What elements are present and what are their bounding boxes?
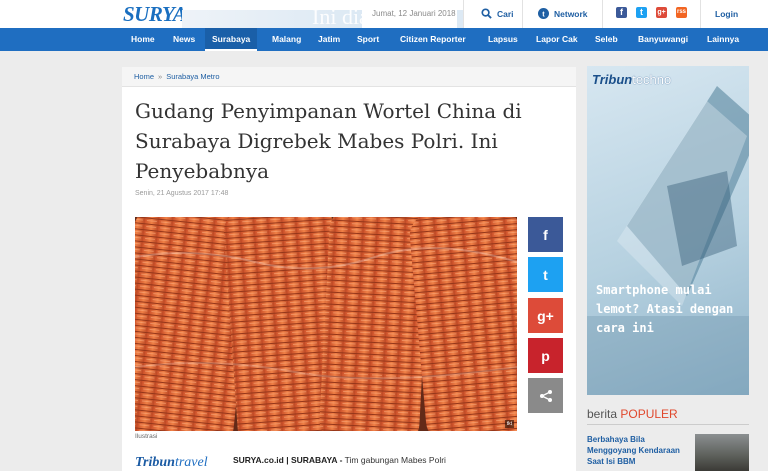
share-googleplus-button[interactable]: g+ [528,298,563,333]
nav-item-lapor-cak[interactable]: Lapor Cak [529,28,585,51]
populer-highlight: POPULER [620,407,678,421]
nav-item-surabaya[interactable]: Surabaya [205,28,258,51]
nav-item-banyuwangi[interactable]: Banyuwangi [631,28,695,51]
breadcrumb-separator: » [158,72,163,81]
article-card: Home » Surabaya Metro Gudang Penyimpanan W… [122,67,576,471]
carrots-image [135,217,517,431]
populer-item-link[interactable]: Berbahaya Bila Menggoyang Kendaraan Saat… [587,434,692,467]
lead-text: Tim gabungan Mabes Polri [342,455,446,465]
login-button[interactable]: Login [715,9,738,19]
social-links: f t g+ rss [616,7,687,18]
share-icon [539,389,552,402]
ad-brand-2: techno [632,72,672,87]
nav-item-lainnya[interactable]: Lainnya [700,28,746,51]
rss-icon[interactable]: rss [676,7,687,18]
nav-item-home[interactable]: Home [124,28,162,51]
breadcrumb-section[interactable]: Surabaya Metro [166,72,219,81]
tribuntechno-logo: Tribuntechno [592,72,671,87]
facebook-icon: f [543,226,548,243]
search-label: Cari [497,8,514,19]
nav-item-jatim[interactable]: Jatim [311,28,347,51]
populer-item-thumbnail[interactable] [695,434,749,471]
publish-date: Senin, 21 Agustus 2017 17:48 [135,190,229,197]
photo-caption: Ilustrasi [135,433,158,440]
tribuntravel-brand-2: travel [174,455,208,470]
tribuntravel-brand-1: Tribun [135,455,175,470]
divider [602,0,603,28]
article-lead: SURYA.co.id | SURABAYA - Tim gabungan Ma… [233,455,446,465]
twitter-icon[interactable]: t [636,7,647,18]
ad-background [587,86,749,395]
nav-item-seleb[interactable]: Seleb [588,28,625,51]
divider [700,0,701,28]
ad-headline: Smartphone mulai lemot? Atasi dengan car… [596,283,734,335]
share-twitter-button[interactable]: t [528,257,563,292]
breadcrumb: Home » Surabaya Metro [122,67,576,87]
share-facebook-button[interactable]: f [528,217,563,252]
nav-item-citizen-reporter[interactable]: Citizen Reporter [393,28,473,51]
nav-item-sport[interactable]: Sport [350,28,386,51]
photo-badge: tkt [504,420,514,428]
lead-source: SURYA.co.id | SURABAYA - [233,455,343,465]
pinterest-icon: p [541,347,550,364]
search-button[interactable]: Cari [481,8,514,19]
share-more-button[interactable] [528,378,563,413]
divider [587,424,749,425]
nav-item-malang[interactable]: Malang [265,28,308,51]
current-date: Jumat, 12 Januari 2018 [372,9,456,18]
nav-item-lapsus[interactable]: Lapsus [481,28,525,51]
network-button[interactable]: t Network [538,8,588,19]
twitter-icon: t [543,266,548,283]
sidebar-ad[interactable]: Tribuntechno Smartphone mulai lemot? Ata… [587,66,749,395]
googleplus-icon: g+ [537,307,554,324]
divider [522,0,523,28]
search-icon [481,8,492,19]
googleplus-icon[interactable]: g+ [656,7,667,18]
tribuntravel-logo[interactable]: Tribuntravel [135,455,208,471]
ad-brand-1: Tribun [592,72,633,87]
breadcrumb-home[interactable]: Home [134,72,154,81]
divider [463,0,464,28]
article-photo[interactable]: tkt [135,217,517,431]
facebook-icon[interactable]: f [616,7,627,18]
network-label: Network [554,8,588,19]
top-bar: SURYA Ini dia... Jumat, 12 Januari 2018 … [0,0,768,28]
main-nav: Home News Surabaya Malang Jatim Sport Ci… [0,28,768,51]
article-title: Gudang Penyimpanan Wortel China di Surab… [135,99,522,183]
populer-prefix: berita [587,407,621,421]
nav-item-news[interactable]: News [166,28,202,51]
populer-heading: berita POPULER [587,407,678,421]
network-icon: t [538,8,549,19]
surya-logo[interactable]: SURYA [123,2,187,27]
share-pinterest-button[interactable]: p [528,338,563,373]
